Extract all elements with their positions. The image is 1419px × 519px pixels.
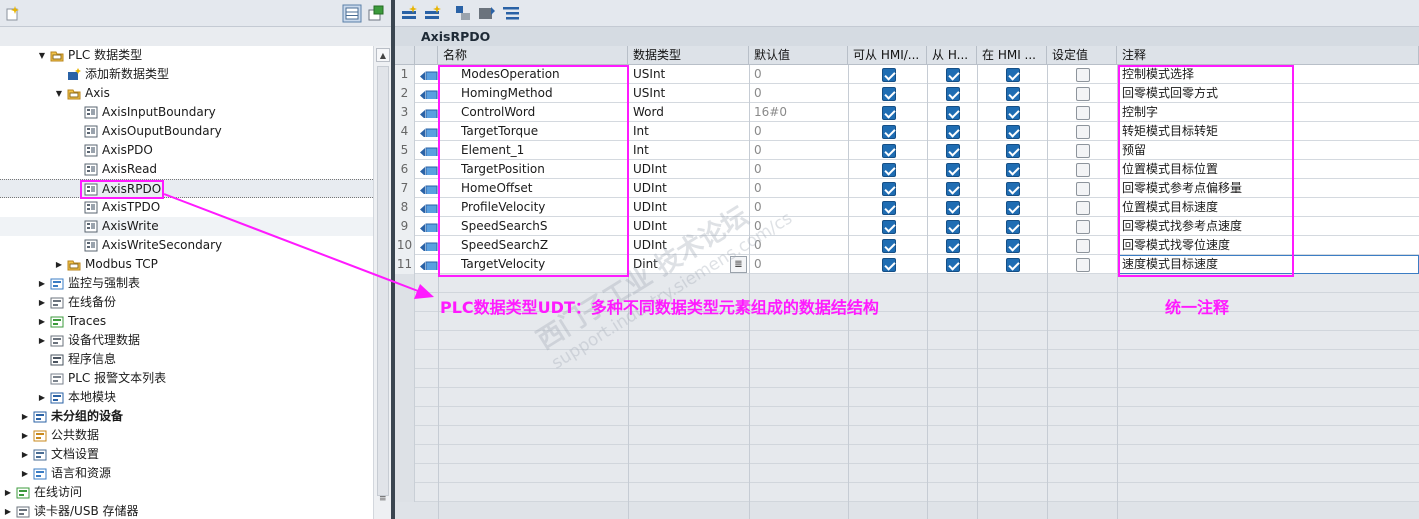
udt-annotation-note: PLC数据类型UDT：多种不同数据类型元素组成的数据结结构 (440, 298, 879, 317)
comment-annotation-note: 统一注释 (1165, 298, 1230, 317)
annotation-arrow (163, 193, 434, 299)
